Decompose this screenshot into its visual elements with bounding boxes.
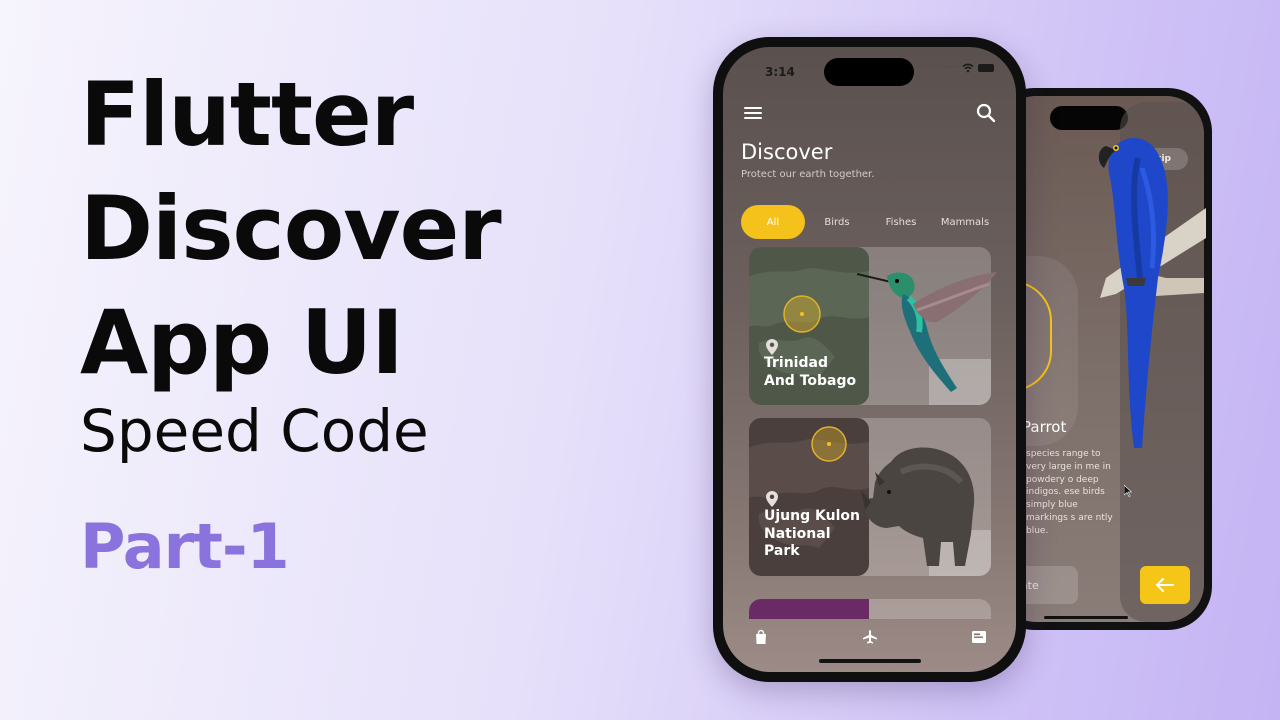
- card-title-line: Park: [764, 543, 800, 559]
- news-icon[interactable]: [971, 629, 987, 645]
- status-icons: ····: [943, 63, 994, 73]
- back-button[interactable]: [1140, 566, 1190, 604]
- card-title-line: National: [764, 525, 831, 542]
- shopping-bag-icon[interactable]: [753, 629, 769, 645]
- menu-icon[interactable]: [743, 105, 763, 121]
- category-tabs: All Birds Fishes Mammals: [741, 205, 997, 239]
- subtitle: Speed Code: [80, 397, 429, 465]
- hummingbird-image: [857, 272, 997, 392]
- home-indicator: [1044, 616, 1128, 619]
- map-panel: [749, 599, 869, 619]
- parrot-image: [1098, 138, 1206, 448]
- rhino-image: [861, 447, 975, 566]
- search-icon[interactable]: [976, 103, 996, 123]
- home-indicator: [819, 659, 921, 663]
- card-title-line: And Tobago: [764, 372, 857, 389]
- thumbnail-title-block: Flutter Discover App UI Speed Code Part-…: [80, 58, 502, 583]
- airplane-icon[interactable]: [862, 629, 878, 645]
- page-subtitle: Protect our earth together.: [741, 169, 875, 180]
- title-line-1: Flutter: [80, 63, 414, 166]
- location-pin-icon: [766, 339, 778, 355]
- card-title-line: Trinidad: [764, 355, 828, 371]
- cellular-icon: ····: [942, 63, 958, 73]
- dynamic-island: [824, 58, 914, 86]
- battery-icon: [978, 64, 994, 72]
- title-line-3: App UI: [80, 291, 404, 394]
- bottom-nav: [723, 617, 1016, 665]
- tab-birds[interactable]: Birds: [805, 217, 869, 228]
- location-pin-icon: [766, 491, 778, 507]
- status-time: 3:14: [765, 65, 795, 79]
- arrow-left-icon: [1156, 578, 1174, 592]
- page-title: Discover: [741, 140, 833, 164]
- card-title: Ujung Kulon National Park: [764, 508, 860, 561]
- card-title: Trinidad And Tobago: [764, 355, 856, 390]
- wifi-icon: [962, 63, 974, 73]
- dynamic-island: [1050, 106, 1128, 130]
- part-label: Part-1: [80, 510, 290, 583]
- tab-fishes[interactable]: Fishes: [869, 217, 933, 228]
- species-description: species range to very large in me in pow…: [1026, 449, 1113, 536]
- title-line-2: Discover: [80, 177, 502, 280]
- card-title-line: Ujung Kulon: [764, 508, 860, 524]
- destination-card-3[interactable]: [749, 599, 991, 619]
- tab-mammals[interactable]: Mammals: [933, 217, 997, 228]
- tab-all[interactable]: All: [741, 205, 805, 239]
- species-name: Parrot: [1022, 418, 1067, 436]
- mouse-cursor-icon: [1124, 485, 1132, 497]
